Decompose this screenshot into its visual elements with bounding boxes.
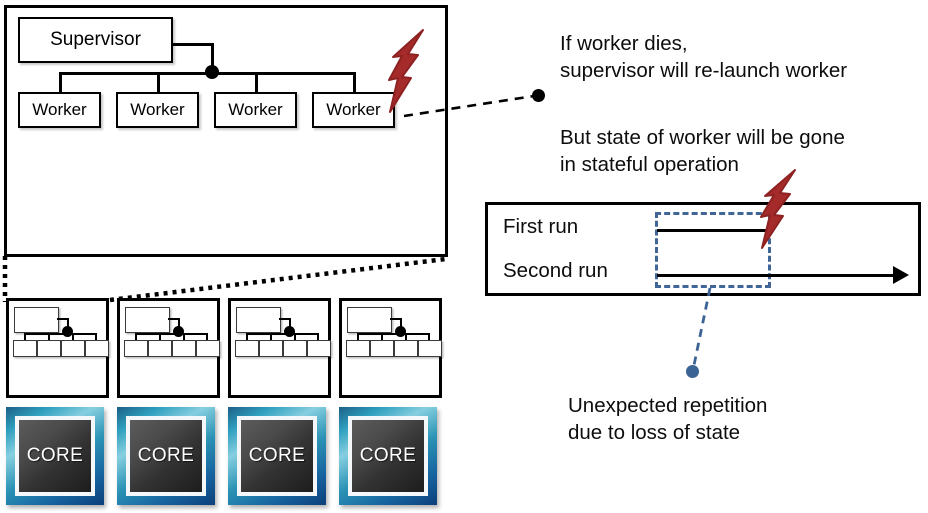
second-run-bar [657,274,905,277]
repetition-leader-line [691,287,712,371]
mini-worker-box [124,340,148,357]
core-chip-die: CORE [348,416,428,496]
worker-label: Worker [326,100,381,119]
mini-bus-line [135,333,207,335]
worker-label: Worker [32,100,87,119]
worker-drop-line [157,72,160,94]
mini-worker-box [37,340,61,357]
core-label: CORE [359,445,417,466]
core-chip: CORE [228,407,326,505]
supervision-junction-dot [205,65,219,79]
mini-worker-box [394,340,418,357]
mini-supervisor-box [347,307,392,333]
core-chip-die: CORE [15,416,95,496]
mini-supervisor-box [14,307,59,333]
core-chip: CORE [339,407,437,505]
expansion-dotted-lines [2,256,447,303]
diagram-canvas: Supervisor Worker Worker Worker Worker I… [0,0,928,513]
mini-supervisor-box [236,307,281,333]
mini-worker-box [370,340,394,357]
mini-junction-dot [173,326,184,337]
core-label: CORE [137,445,195,466]
mini-worker-box [283,340,307,357]
mini-supervisor-box [125,307,170,333]
mini-worker-box [196,340,220,357]
worker-drop-line [353,72,356,94]
core-label: CORE [26,445,84,466]
mini-worker-box [61,340,85,357]
relaunch-note: If worker dies, supervisor will re-launc… [560,32,848,82]
mini-bus-line [357,333,429,335]
core-label: CORE [248,445,306,466]
mini-bus-line [246,333,318,335]
mini-worker-box [13,340,37,357]
worker-box: Worker [116,92,199,128]
callout-leader-line [403,94,535,118]
node-card [339,298,442,398]
mini-junction-dot [284,326,295,337]
mini-junction-dot [395,326,406,337]
worker-label: Worker [130,100,185,119]
second-run-label: Second run [503,259,608,282]
mini-worker-box [172,340,196,357]
node-card [6,298,109,398]
worker-box: Worker [214,92,297,128]
node-card [117,298,220,398]
worker-box: Worker [18,92,101,128]
stateful-note: But state of worker will be gone in stat… [560,126,845,176]
repetition-anchor-dot [686,365,699,378]
repetition-note: Unexpected repetition due to loss of sta… [568,394,768,444]
mini-worker-box [85,340,109,357]
mini-worker-box [418,340,442,357]
supervisor-connector-horizontal [172,43,214,46]
mini-bus-line [24,333,96,335]
first-run-bar [657,229,772,232]
arrow-right-icon [893,266,909,284]
core-chip: CORE [6,407,104,505]
callout-anchor-dot [532,89,545,102]
supervisor-box: Supervisor [18,17,173,63]
core-chip-die: CORE [126,416,206,496]
mini-junction-dot [62,326,73,337]
supervisor-label: Supervisor [50,29,141,50]
mini-worker-box [346,340,370,357]
mini-worker-box [235,340,259,357]
node-card [228,298,331,398]
mini-worker-box [307,340,331,357]
worker-drop-line [59,72,62,94]
worker-box: Worker [312,92,395,128]
mini-worker-box [259,340,283,357]
mini-worker-box [148,340,172,357]
core-chip: CORE [117,407,215,505]
worker-drop-line [255,72,258,94]
worker-label: Worker [228,100,283,119]
core-chip-die: CORE [237,416,317,496]
first-run-label: First run [503,215,579,238]
